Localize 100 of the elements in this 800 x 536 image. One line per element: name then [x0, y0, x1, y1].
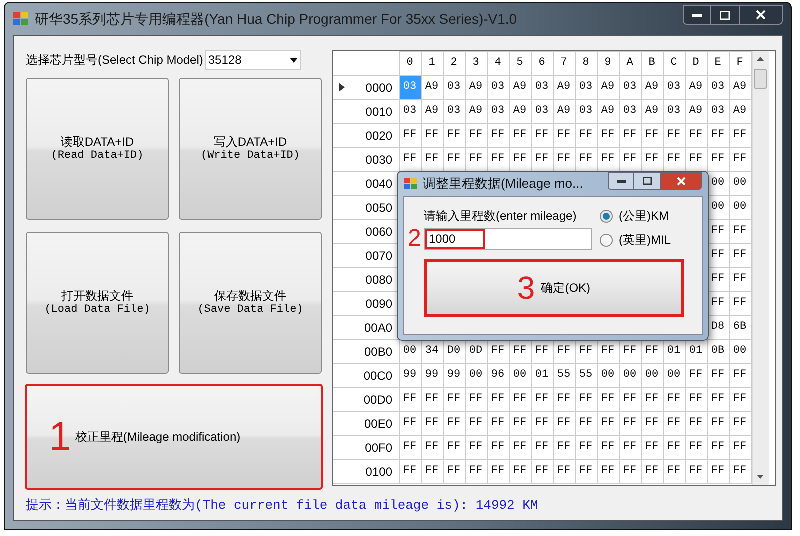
hex-cell[interactable]: FF [531, 412, 553, 436]
hex-cell[interactable]: FF [443, 412, 465, 436]
hex-cell[interactable]: FF [465, 460, 487, 484]
hex-cell[interactable]: FF [729, 244, 751, 268]
hex-cell[interactable]: FF [399, 460, 421, 484]
hex-cell[interactable]: FF [619, 412, 641, 436]
hex-cell[interactable]: FF [729, 220, 751, 244]
hex-cell[interactable]: 03 [443, 100, 465, 124]
column-header[interactable]: 1 [421, 52, 443, 76]
hex-cell[interactable]: A9 [641, 76, 663, 100]
hex-cell[interactable]: FF [707, 148, 729, 172]
hex-cell[interactable]: 55 [553, 364, 575, 388]
hex-cell[interactable]: 00 [663, 364, 685, 388]
hex-cell[interactable]: FF [553, 412, 575, 436]
hex-cell[interactable]: FF [597, 412, 619, 436]
hex-cell[interactable]: FF [641, 124, 663, 148]
hex-cell[interactable]: FF [707, 388, 729, 412]
hex-cell[interactable]: A9 [421, 76, 443, 100]
hex-cell[interactable]: FF [597, 460, 619, 484]
hex-cell[interactable]: FF [597, 436, 619, 460]
hex-cell[interactable]: 00 [509, 364, 531, 388]
hex-cell[interactable]: FF [487, 124, 509, 148]
hex-cell[interactable]: 00 [729, 196, 751, 220]
column-header[interactable]: 7 [553, 52, 575, 76]
hex-cell[interactable]: 03 [531, 76, 553, 100]
hex-cell[interactable]: FF [399, 436, 421, 460]
hex-cell[interactable]: FF [619, 388, 641, 412]
radio-button[interactable] [600, 210, 613, 222]
hex-cell[interactable]: 03 [575, 100, 597, 124]
hex-cell[interactable]: FF [553, 388, 575, 412]
hex-cell[interactable]: FF [421, 388, 443, 412]
hex-cell[interactable]: FF [575, 124, 597, 148]
scrollbar-thumb[interactable] [754, 69, 767, 89]
column-header[interactable]: 8 [575, 52, 597, 76]
hex-cell[interactable]: FF [509, 388, 531, 412]
maximize-button[interactable] [634, 172, 660, 190]
hex-cell[interactable]: 03 [487, 100, 509, 124]
hex-cell[interactable]: FF [399, 124, 421, 148]
hex-cell[interactable]: FF [729, 460, 751, 484]
column-header[interactable]: F [729, 52, 751, 76]
hex-cell[interactable]: FF [729, 412, 751, 436]
hex-cell[interactable]: 01 [531, 364, 553, 388]
hex-cell[interactable]: FF [421, 436, 443, 460]
hex-cell[interactable]: FF [685, 124, 707, 148]
chip-model-dropdown[interactable]: 35128 [205, 50, 302, 70]
hex-cell[interactable]: FF [641, 388, 663, 412]
hex-cell[interactable]: FF [685, 412, 707, 436]
hex-cell[interactable]: FF [641, 460, 663, 484]
hex-cell[interactable]: FF [487, 388, 509, 412]
column-header[interactable]: E [707, 52, 729, 76]
hex-cell[interactable]: A9 [685, 100, 707, 124]
hex-cell[interactable]: FF [663, 436, 685, 460]
hex-cell[interactable]: 03 [663, 100, 685, 124]
column-header[interactable]: 3 [465, 52, 487, 76]
hex-cell[interactable]: A9 [509, 76, 531, 100]
vertical-scrollbar[interactable] [752, 51, 768, 485]
command-button[interactable]: 写入DATA+ID (Write Data+ID) [179, 78, 322, 220]
hex-cell[interactable]: FF [729, 292, 751, 316]
hex-cell[interactable]: A9 [553, 76, 575, 100]
close-button[interactable] [660, 172, 702, 190]
column-header[interactable]: B [641, 52, 663, 76]
hex-cell[interactable]: FF [531, 388, 553, 412]
minimize-button[interactable] [683, 5, 711, 25]
hex-cell[interactable]: FF [597, 388, 619, 412]
command-button[interactable]: 打开数据文件 (Load Data File) [26, 232, 169, 374]
hex-cell[interactable]: FF [465, 124, 487, 148]
hex-cell[interactable]: 00 [641, 364, 663, 388]
hex-cell[interactable]: FF [707, 124, 729, 148]
hex-cell[interactable]: A9 [421, 100, 443, 124]
hex-cell[interactable]: 96 [487, 364, 509, 388]
hex-cell[interactable]: 00 [619, 364, 641, 388]
hex-cell[interactable]: FF [619, 124, 641, 148]
hex-cell[interactable]: FF [729, 148, 751, 172]
hex-cell[interactable]: FF [663, 412, 685, 436]
hex-cell[interactable]: FF [663, 460, 685, 484]
column-header[interactable]: D [685, 52, 707, 76]
column-header[interactable]: A [619, 52, 641, 76]
hex-cell[interactable]: FF [509, 460, 531, 484]
hex-cell[interactable]: FF [575, 460, 597, 484]
scroll-up-icon[interactable] [757, 57, 764, 61]
hex-cell[interactable]: 99 [399, 364, 421, 388]
scroll-down-icon[interactable] [757, 475, 764, 479]
column-header[interactable]: C [663, 52, 685, 76]
column-header[interactable]: 5 [509, 52, 531, 76]
mileage-input[interactable]: 1000 [424, 228, 592, 250]
hex-cell[interactable]: FF [421, 460, 443, 484]
hex-cell[interactable]: FF [531, 124, 553, 148]
hex-cell[interactable]: 00 [729, 340, 751, 364]
hex-cell[interactable]: FF [575, 388, 597, 412]
hex-cell[interactable]: 99 [421, 364, 443, 388]
hex-cell[interactable]: FF [487, 460, 509, 484]
hex-cell[interactable]: FF [641, 436, 663, 460]
hex-cell[interactable]: FF [707, 364, 729, 388]
hex-cell[interactable]: FF [707, 460, 729, 484]
hex-cell[interactable]: FF [399, 388, 421, 412]
column-header[interactable]: 2 [443, 52, 465, 76]
hex-cell[interactable]: FF [685, 436, 707, 460]
hex-cell[interactable]: FF [487, 412, 509, 436]
radio-button[interactable] [600, 234, 613, 246]
hex-cell[interactable]: FF [553, 124, 575, 148]
